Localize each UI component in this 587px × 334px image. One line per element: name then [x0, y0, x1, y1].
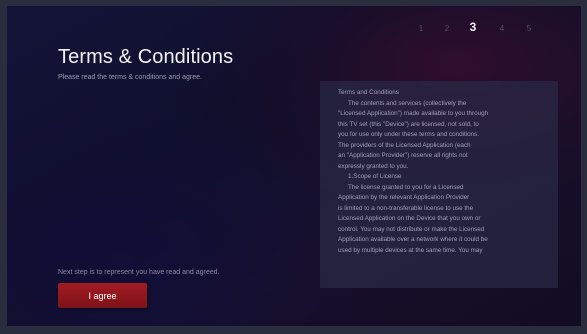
terms-line: "Licensed Application") made available t… — [338, 110, 489, 117]
agree-button[interactable]: I agree — [58, 283, 147, 308]
step-5: 5 — [526, 24, 532, 33]
terms-line: control. You may not distribute or make … — [338, 225, 485, 233]
terms-line: this TV set (this "Device") are licensed… — [338, 120, 479, 128]
terms-line: The providers of the Licensed Applicatio… — [338, 141, 471, 149]
next-step-text: Next step is to represent you have read … — [58, 269, 220, 276]
terms-line: Terms and Conditions — [338, 89, 399, 96]
terms-line: Application available over a network whe… — [338, 236, 488, 243]
step-4: 4 — [499, 24, 505, 33]
terms-line: an "Application Provider") reserve all r… — [338, 152, 468, 159]
terms-line: Licensed Application on the Device that … — [338, 215, 481, 222]
step-1: 1 — [418, 24, 424, 33]
step-indicator: 1 2 3 4 5 — [415, 20, 545, 40]
terms-line: The contents and services (collectively … — [348, 99, 467, 107]
terms-line: used by multiple devices at the same tim… — [338, 246, 483, 254]
terms-line: 1.Scope of License — [348, 173, 402, 180]
page-title: Terms & Conditions — [58, 46, 234, 68]
tv-screen: 1 2 3 4 5 Terms & Conditions Please read… — [0, 0, 587, 334]
page-subtitle: Please read the terms & conditions and a… — [58, 74, 202, 81]
terms-scroll-panel[interactable]: Terms and Conditions The contents and se… — [320, 81, 558, 288]
step-3-current: 3 — [469, 20, 477, 34]
terms-line: is limited to a non-transferable license… — [338, 204, 474, 212]
terms-line: The license granted to you for a License… — [348, 183, 464, 191]
terms-line: expressly granted to you. — [338, 162, 409, 170]
terms-page: 1 2 3 4 5 Terms & Conditions Please read… — [7, 6, 581, 326]
terms-line: you for use only under these terms and c… — [338, 131, 480, 138]
terms-text: Terms and Conditions The contents and se… — [320, 81, 558, 256]
step-2: 2 — [444, 24, 450, 33]
terms-line: Application by the relevant Application … — [338, 194, 470, 201]
